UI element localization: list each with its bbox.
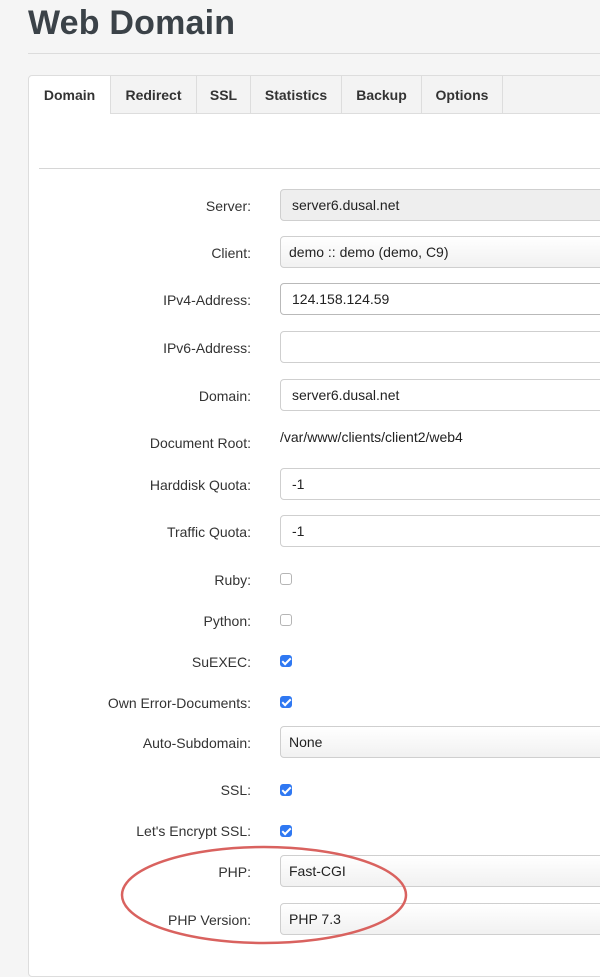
php-label: PHP: [218,864,251,880]
ruby-checkbox[interactable] [280,573,292,585]
server-label: Server: [205,198,251,214]
auto-subdomain-label: Auto-Subdomain: [142,735,251,751]
tab-options[interactable]: Options [422,76,503,113]
lets-encrypt-ssl-label: Let's Encrypt SSL: [136,823,251,839]
tab-domain[interactable]: Domain [29,76,111,114]
page-title: Web Domain [28,4,236,42]
title-divider [28,53,600,54]
harddisk-quota-label: Harddisk Quota: [149,477,251,493]
ipv4-label: IPv4-Address: [163,292,251,308]
server-field[interactable]: server6.dusal.net [280,189,600,221]
auto-subdomain-select[interactable]: None [280,726,600,758]
php-version-select[interactable]: PHP 7.3 [280,903,600,935]
domain-label: Domain: [198,388,251,404]
python-checkbox[interactable] [280,614,292,626]
ipv6-address-field[interactable] [280,331,600,363]
lets-encrypt-ssl-checkbox[interactable] [280,825,292,837]
ipv6-label: IPv6-Address: [163,340,251,356]
tab-bar: Domain Redirect SSL Statistics Backup Op… [29,76,600,114]
suexec-checkbox[interactable] [280,655,292,667]
ssl-label: SSL: [220,782,251,798]
ipv4-address-field[interactable]: 124.158.124.59 [280,283,600,315]
tab-statistics[interactable]: Statistics [251,76,342,113]
own-error-documents-checkbox[interactable] [280,696,292,708]
form-divider [39,168,600,169]
python-label: Python: [203,613,251,629]
tab-ssl[interactable]: SSL [197,76,251,113]
traffic-quota-label: Traffic Quota: [166,524,251,540]
php-version-label: PHP Version: [167,912,251,928]
tab-redirect[interactable]: Redirect [111,76,197,113]
document-root-value: /var/www/clients/client2/web4 [280,429,463,445]
document-root-label: Document Root: [149,435,251,451]
domain-field[interactable]: server6.dusal.net [280,379,600,411]
client-label: Client: [211,245,251,261]
ruby-label: Ruby: [214,572,251,588]
client-select[interactable]: demo :: demo (demo, C9) [280,236,600,268]
php-mode-select[interactable]: Fast-CGI [280,855,600,887]
harddisk-quota-field[interactable]: -1 [280,468,600,500]
suexec-label: SuEXEC: [191,654,251,670]
own-error-documents-label: Own Error-Documents: [107,695,251,711]
traffic-quota-field[interactable]: -1 [280,515,600,547]
tab-backup[interactable]: Backup [342,76,422,113]
ssl-checkbox[interactable] [280,784,292,796]
